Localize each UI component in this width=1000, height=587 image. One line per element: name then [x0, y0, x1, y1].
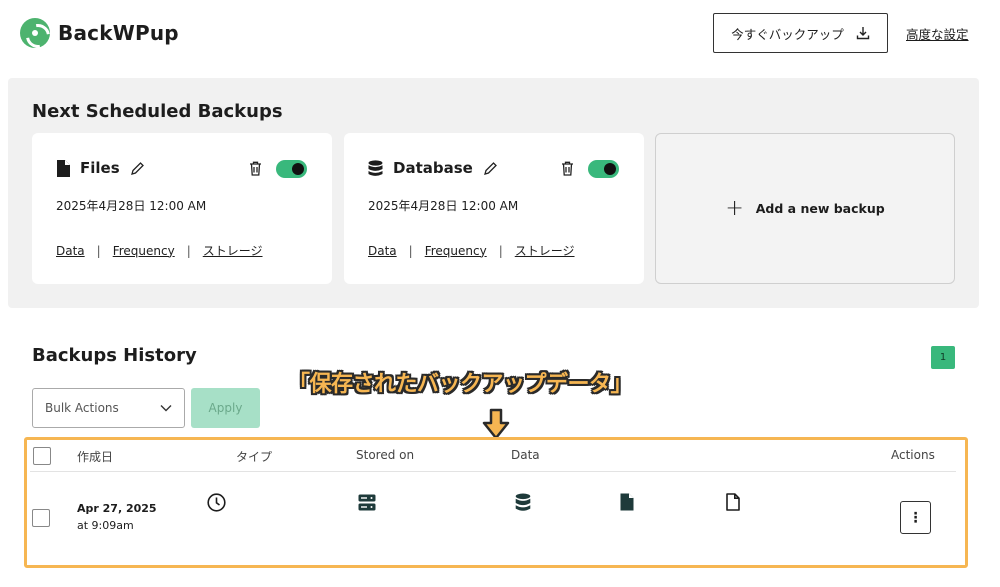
plus-icon: +: [725, 195, 744, 221]
next-backup-date: 2025年4月28日 12:00 AM: [56, 199, 207, 213]
data-link[interactable]: Data: [56, 244, 85, 258]
server-icon: [358, 494, 376, 511]
table-divider: [30, 471, 956, 472]
column-header-stored-on: Stored on: [356, 448, 415, 462]
add-new-backup-label: Add a new backup: [755, 201, 885, 216]
database-icon: [368, 159, 383, 176]
storage-link[interactable]: ストレージ: [203, 242, 263, 259]
database-backup-card: Database 2025年4月28日 12:00 AM Data | Freq…: [344, 133, 644, 284]
database-icon: [515, 493, 531, 511]
row-actions-menu-button[interactable]: ⋮: [900, 501, 931, 534]
history-title: Backups History: [32, 345, 197, 366]
database-backup-toggle[interactable]: [588, 160, 619, 178]
clock-icon: [207, 493, 226, 512]
trash-icon[interactable]: [249, 161, 262, 176]
frequency-link[interactable]: Frequency: [425, 244, 487, 258]
pencil-icon[interactable]: [130, 161, 145, 176]
backup-now-button[interactable]: 今すぐバックアップ: [713, 13, 888, 53]
pencil-icon[interactable]: [483, 161, 498, 176]
divider: |: [96, 243, 101, 258]
storage-link[interactable]: ストレージ: [515, 242, 575, 259]
backup-data-highlight: [24, 437, 968, 568]
backup-date: Apr 27, 2025: [77, 502, 157, 515]
file-filled-icon: [620, 493, 634, 511]
pagination-page[interactable]: 1: [931, 346, 955, 369]
card-title: Files: [80, 159, 120, 177]
chevron-down-icon: [160, 405, 172, 412]
down-arrow-icon: [482, 408, 510, 440]
scheduled-title: Next Scheduled Backups: [32, 101, 283, 122]
backup-now-label: 今すぐバックアップ: [731, 26, 844, 42]
add-new-backup-button[interactable]: + Add a new backup: [655, 133, 955, 284]
advanced-settings-link[interactable]: 高度な設定: [906, 24, 969, 43]
column-header-data: Data: [511, 448, 540, 462]
bulk-actions-select[interactable]: Bulk Actions: [32, 388, 185, 428]
select-all-checkbox[interactable]: [33, 447, 51, 465]
file-outline-icon: [726, 493, 740, 511]
divider: |: [186, 243, 191, 258]
logo[interactable]: BackWPup: [20, 18, 179, 48]
backwpup-logo-icon: [20, 18, 50, 48]
frequency-link[interactable]: Frequency: [113, 244, 175, 258]
files-backup-card: Files 2025年4月28日 12:00 AM Data | Frequen…: [32, 133, 332, 284]
divider: |: [498, 243, 503, 258]
files-backup-toggle[interactable]: [276, 160, 307, 178]
kebab-icon: ⋮: [908, 509, 923, 526]
bulk-actions-label: Bulk Actions: [45, 401, 119, 415]
file-icon: [57, 159, 70, 177]
card-title: Database: [393, 159, 473, 177]
divider: |: [408, 243, 413, 258]
backup-time: at 9:09am: [77, 519, 134, 532]
column-header-actions: Actions: [891, 448, 935, 462]
data-link[interactable]: Data: [368, 244, 397, 258]
download-icon: [856, 27, 869, 40]
next-backup-date: 2025年4月28日 12:00 AM: [368, 199, 519, 213]
apply-button[interactable]: Apply: [191, 388, 260, 428]
row-checkbox[interactable]: [32, 509, 50, 527]
logo-text: BackWPup: [58, 21, 179, 45]
annotation-label: 「保存されたバックアップデータ」: [288, 372, 633, 397]
trash-icon[interactable]: [561, 161, 574, 176]
column-header-created: 作成日: [77, 450, 114, 464]
scheduled-backups-panel: Next Scheduled Backups Files 2025年4月28日 …: [8, 78, 979, 308]
column-header-type: タイプ: [236, 450, 273, 464]
